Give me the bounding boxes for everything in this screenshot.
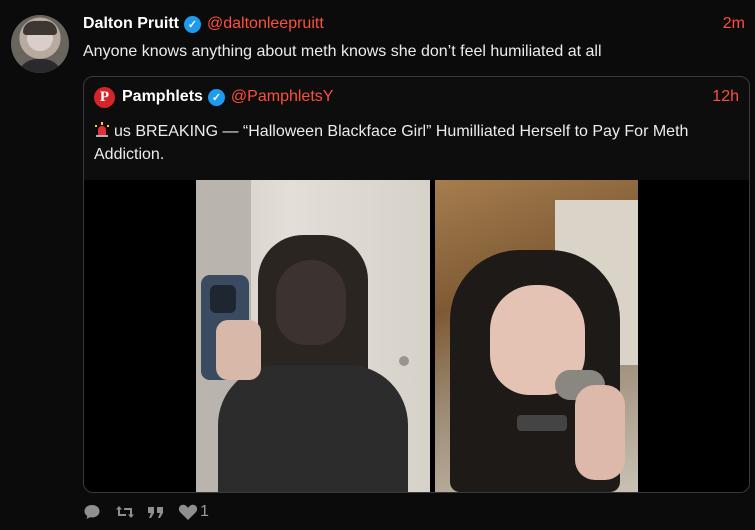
quoted-text: us BREAKING — “Halloween Blackface Girl”…: [94, 123, 689, 163]
quoted-header: P Pamphlets ✓ @PamphletsY 12h: [94, 86, 739, 108]
retweet-icon[interactable]: [115, 503, 135, 521]
quoted-author-name[interactable]: Pamphlets: [122, 88, 203, 106]
hand: [575, 385, 625, 480]
media-photo-left[interactable]: [196, 180, 430, 492]
quoted-author-handle[interactable]: @PamphletsY: [231, 88, 334, 106]
quoted-time[interactable]: 12h: [712, 88, 739, 106]
author-handle[interactable]: @daltonleepruitt: [207, 15, 324, 33]
avatar-hair: [23, 21, 57, 35]
quoted-tweet[interactable]: P Pamphlets ✓ @PamphletsY 12h us BREAKIN…: [83, 76, 750, 493]
like-count: 1: [200, 503, 209, 520]
quote-icon[interactable]: [147, 503, 165, 521]
tweet-header: Dalton Pruitt ✓ @daltonleepruitt 2m: [83, 13, 745, 35]
door-knob: [399, 356, 409, 366]
black-shirt: [218, 365, 408, 492]
like-icon[interactable]: [178, 503, 198, 521]
tweet-text: Anyone knows anything about meth knows s…: [83, 43, 602, 60]
verified-icon: ✓: [184, 15, 201, 33]
quoted-text-block: us BREAKING — “Halloween Blackface Girl”…: [94, 120, 734, 166]
phone-camera: [210, 285, 236, 313]
hand: [216, 320, 261, 380]
reply-icon[interactable]: [83, 503, 101, 521]
media-container: [84, 180, 749, 492]
media-photo-right[interactable]: [435, 180, 638, 492]
verified-icon: ✓: [207, 88, 225, 106]
author-avatar[interactable]: [11, 15, 69, 73]
choker: [517, 415, 567, 431]
siren-icon: [95, 122, 109, 137]
pamphlets-logo[interactable]: P: [94, 86, 115, 108]
avatar-shirt: [17, 59, 63, 73]
painted-face: [276, 260, 346, 345]
tweet-time[interactable]: 2m: [723, 15, 745, 33]
author-name[interactable]: Dalton Pruitt: [83, 15, 179, 33]
